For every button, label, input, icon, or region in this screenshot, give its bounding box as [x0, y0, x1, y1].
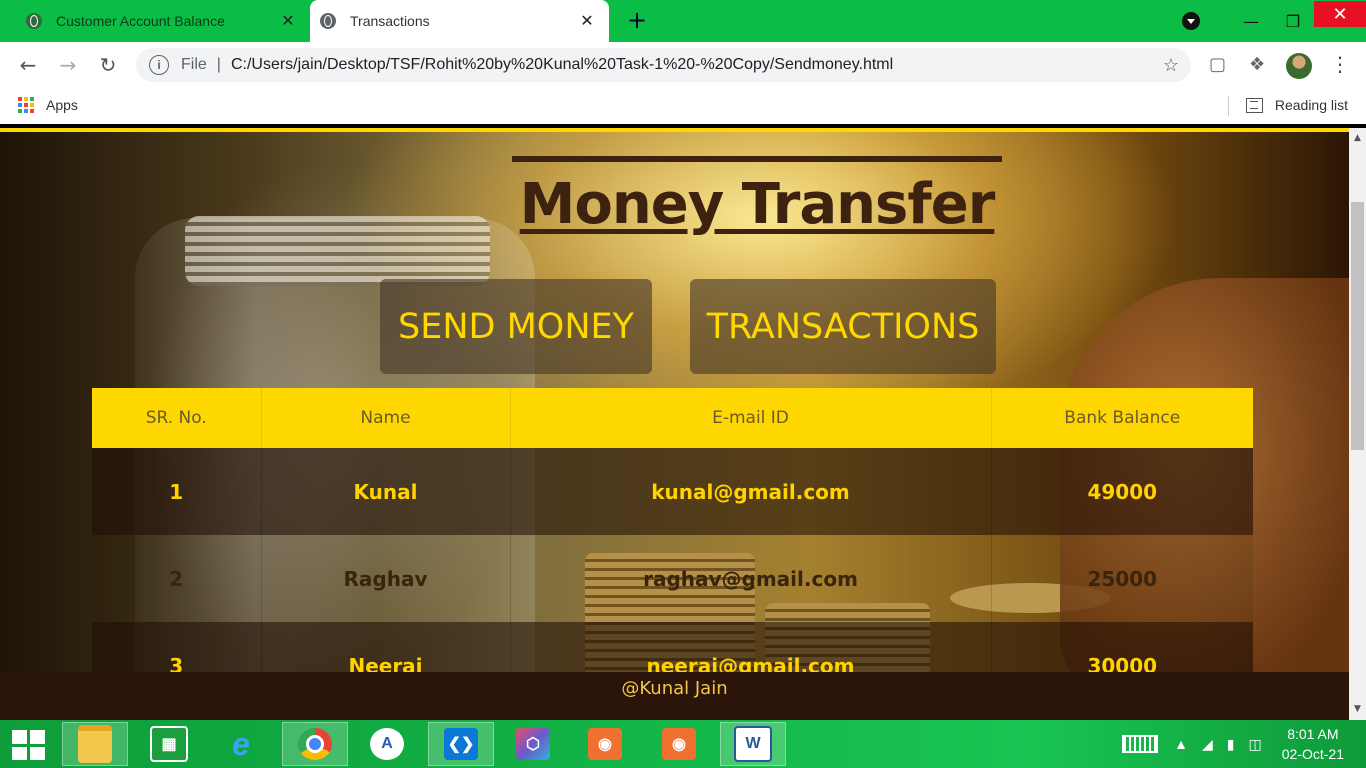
reading-list-icon: [1245, 97, 1263, 113]
android-studio-icon[interactable]: A: [354, 722, 420, 766]
scheme-label: File: [181, 56, 207, 73]
restore-button[interactable]: ❐: [1272, 12, 1314, 31]
send-money-button[interactable]: SEND MONEY: [380, 279, 652, 374]
cell-balance: 49000: [991, 448, 1253, 535]
background-jar-rim: [185, 216, 490, 286]
scroll-up-arrow-icon[interactable]: ▲: [1349, 130, 1366, 147]
close-tab-icon[interactable]: ✕: [278, 11, 298, 31]
reload-icon[interactable]: ↻: [94, 52, 122, 80]
menu-kebab-icon[interactable]: ⋮: [1330, 52, 1350, 76]
scheme-separator: |: [216, 56, 221, 73]
browser-tab-strip: Customer Account Balance ✕ Transactions …: [0, 0, 1366, 42]
store-icon[interactable]: ▦: [136, 722, 202, 766]
table-row[interactable]: 3 Neeraj neeraj@gmail.com 30000: [92, 622, 1253, 672]
tab-transactions[interactable]: Transactions ✕: [310, 0, 609, 42]
bookmark-star-icon[interactable]: ☆: [1163, 55, 1179, 76]
vscode-icon[interactable]: ❮❯: [428, 722, 494, 766]
header-email: E-mail ID: [510, 388, 992, 448]
battery-icon[interactable]: ▮: [1227, 736, 1235, 753]
page-footer: @Kunal Jain: [0, 672, 1349, 720]
globe-icon: [320, 13, 336, 29]
cell-name: Raghav: [261, 535, 511, 622]
address-bar[interactable]: i File | C:/Users/jain/Desktop/TSF/Rohit…: [136, 48, 1191, 82]
info-icon[interactable]: i: [149, 55, 169, 75]
apps-label: Apps: [46, 97, 78, 113]
page-viewport: Money Transfer SEND MONEY TRANSACTIONS S…: [0, 128, 1349, 672]
globe-icon: [26, 13, 42, 29]
vertical-scrollbar[interactable]: ▲ ▼: [1349, 128, 1366, 720]
internet-explorer-icon[interactable]: e: [208, 722, 274, 766]
minimize-button[interactable]: —: [1230, 12, 1272, 31]
windows-taskbar: ▦ e A ❮❯ ⬡ ◉ ◉ W ▲ ◢ ▮ ◫ 8:01 AM 02-Oct-…: [0, 720, 1366, 768]
touch-keyboard-icon[interactable]: [1122, 735, 1159, 753]
header-sr-no: SR. No.: [92, 388, 262, 448]
back-arrow-icon[interactable]: ←: [14, 52, 42, 80]
cell-name: Neeraj: [261, 622, 511, 672]
system-tray: ▲ ◢ ▮ ◫ 8:01 AM 02-Oct-21: [1122, 720, 1366, 768]
cell-balance: 25000: [991, 535, 1253, 622]
apps-grid-icon: [18, 97, 34, 113]
scroll-down-arrow-icon[interactable]: ▼: [1349, 701, 1366, 718]
url-text[interactable]: C:/Users/jain/Desktop/TSF/Rohit%20by%20K…: [231, 56, 1163, 74]
camera-2-icon[interactable]: ◉: [646, 722, 712, 766]
new-tab-button[interactable]: +: [624, 6, 650, 34]
3d-builder-icon[interactable]: ⬡: [500, 722, 566, 766]
cell-sr-no: 3: [92, 622, 262, 672]
word-icon[interactable]: W: [720, 722, 786, 766]
header-name: Name: [261, 388, 511, 448]
forward-arrow-icon[interactable]: →: [54, 52, 82, 80]
file-explorer-icon[interactable]: [62, 722, 128, 766]
bookmarks-divider: [1228, 96, 1229, 116]
browser-toolbar: ← → ↻ i File | C:/Users/jain/Desktop/TSF…: [0, 42, 1366, 88]
close-tab-icon[interactable]: ✕: [577, 11, 597, 31]
cell-email: raghav@gmail.com: [510, 535, 992, 622]
clock[interactable]: 8:01 AM 02-Oct-21: [1282, 724, 1344, 764]
cell-name: Kunal: [261, 448, 511, 535]
profile-avatar[interactable]: [1286, 53, 1312, 79]
cell-email: neeraj@gmail.com: [510, 622, 992, 672]
tab-search-dropdown-icon[interactable]: [1182, 12, 1200, 30]
windows-start-icon[interactable]: [12, 730, 46, 760]
apps-bookmark[interactable]: Apps: [18, 97, 78, 113]
cell-balance: 30000: [991, 622, 1253, 672]
extensions-puzzle-icon[interactable]: ❖: [1249, 54, 1265, 75]
header-bank-balance: Bank Balance: [991, 388, 1253, 448]
cell-sr-no: 2: [92, 535, 262, 622]
table-row[interactable]: 2 Raghav raghav@gmail.com 25000: [92, 535, 1253, 622]
tab-title: Transactions: [350, 13, 430, 29]
transactions-button[interactable]: TRANSACTIONS: [690, 279, 996, 374]
clock-time: 8:01 AM: [1287, 726, 1339, 742]
window-controls: — ❐ ✕: [1182, 0, 1366, 42]
bookmarks-bar: Apps Reading list: [0, 88, 1366, 124]
reading-list-label: Reading list: [1274, 97, 1348, 113]
reading-list-button[interactable]: Reading list: [1245, 97, 1348, 113]
camera-icon[interactable]: ◉: [572, 722, 638, 766]
cell-email: kunal@gmail.com: [510, 448, 992, 535]
cell-sr-no: 1: [92, 448, 262, 535]
chrome-icon[interactable]: [282, 722, 348, 766]
tab-title: Customer Account Balance: [56, 13, 225, 29]
volume-icon[interactable]: ◢: [1202, 736, 1213, 753]
customer-table: SR. No. Name E-mail ID Bank Balance 1 Ku…: [92, 388, 1253, 672]
page-title: Money Transfer: [512, 156, 1002, 242]
table-header-row: SR. No. Name E-mail ID Bank Balance: [92, 388, 1253, 448]
network-signal-icon[interactable]: ◫: [1249, 736, 1262, 753]
clock-date: 02-Oct-21: [1281, 746, 1344, 762]
tab-customer-account-balance[interactable]: Customer Account Balance ✕: [16, 0, 310, 42]
chevron-up-icon[interactable]: ▲: [1174, 736, 1188, 752]
close-window-button[interactable]: ✕: [1314, 1, 1366, 27]
scroll-thumb[interactable]: [1351, 202, 1364, 450]
pocket-extension-icon[interactable]: ▢: [1209, 54, 1226, 75]
table-row[interactable]: 1 Kunal kunal@gmail.com 49000: [92, 448, 1253, 535]
